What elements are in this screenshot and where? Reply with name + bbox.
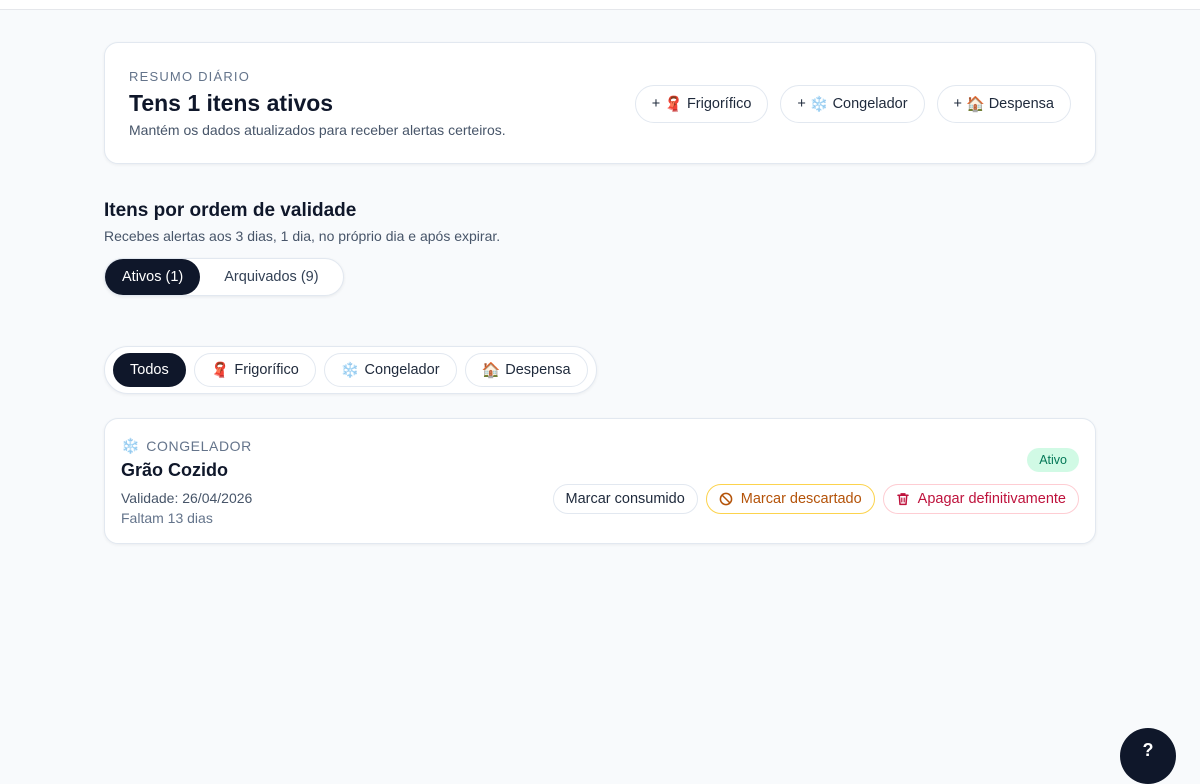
prohibited-icon [719, 492, 733, 506]
mark-consumed-button[interactable]: Marcar consumido [552, 484, 698, 514]
filter-freezer-label: Congelador [364, 362, 440, 378]
mark-discarded-label: Marcar descartado [740, 491, 862, 507]
help-fab-button[interactable]: ? [1120, 728, 1176, 784]
tab-archived-items[interactable]: Arquivados (9) [200, 259, 342, 295]
delete-permanently-label: Apagar definitivamente [917, 491, 1066, 507]
item-category-label: CONGELADOR [146, 438, 252, 454]
help-fab-label: ? [1142, 740, 1154, 760]
house-icon: 🏠 [966, 96, 985, 113]
add-fridge-label: Frigorífico [686, 96, 752, 112]
location-filter-bar: Todos 🧣 Frigorífico ❄️ Congelador 🏠 Desp… [104, 346, 597, 394]
delete-permanently-button[interactable]: Apagar definitivamente [882, 484, 1079, 514]
daily-summary-card: RESUMO DIÁRIO Tens 1 itens ativos Mantém… [104, 42, 1096, 164]
item-category: ❄️ CONGELADOR [121, 437, 1079, 455]
add-pantry-label: Despensa [988, 96, 1054, 112]
filter-pantry[interactable]: 🏠 Despensa [464, 353, 588, 387]
mark-consumed-label: Marcar consumido [565, 491, 685, 507]
summary-eyebrow: RESUMO DIÁRIO [129, 69, 251, 84]
item-name: Grão Cozido [121, 460, 228, 480]
snowflake-icon: ❄️ [340, 362, 360, 379]
tab-active-items[interactable]: Ativos (1) [105, 259, 201, 295]
filter-all[interactable]: Todos [113, 353, 186, 387]
filter-fridge-label: Frigorífico [234, 362, 299, 378]
status-toggle-wrapper: Ativos (1) Arquivados (9) [104, 244, 1096, 296]
add-fridge-button[interactable]: + 🧣 Frigorífico [634, 85, 769, 123]
add-freezer-label: Congelador [832, 96, 908, 112]
plus-icon: + [797, 96, 806, 112]
filter-bar-wrapper: Todos 🧣 Frigorífico ❄️ Congelador 🏠 Desp… [104, 296, 1096, 394]
add-freezer-button[interactable]: + ❄️ Congelador [780, 85, 925, 123]
mark-discarded-button[interactable]: Marcar descartado [705, 484, 875, 514]
summary-subtitle: Mantém os dados atualizados para receber… [129, 122, 506, 138]
section-subtitle: Recebes alertas aos 3 dias, 1 dia, no pr… [104, 228, 501, 244]
status-toggle: Ativos (1) Arquivados (9) [104, 258, 344, 296]
filter-freezer[interactable]: ❄️ Congelador [323, 353, 457, 387]
section-title: Itens por ordem de validade [104, 200, 357, 221]
plus-icon: + [953, 96, 963, 112]
house-icon: 🏠 [481, 362, 501, 379]
snowflake-icon: ❄️ [809, 96, 829, 113]
fridge-icon: 🧣 [664, 96, 683, 113]
fridge-icon: 🧣 [210, 362, 230, 379]
add-buttons: + 🧣 Frigorífico + ❄️ Congelador + 🏠 Desp… [634, 85, 1071, 123]
status-badge: Ativo [1027, 448, 1079, 472]
filter-pantry-label: Despensa [505, 362, 571, 378]
plus-icon: + [651, 96, 661, 112]
trash-icon [896, 493, 909, 506]
snowflake-icon: ❄️ [121, 438, 141, 455]
item-actions: Marcar consumido Marcar descartado Apaga… [552, 484, 1079, 514]
filter-fridge[interactable]: 🧣 Frigorífico [193, 353, 316, 387]
main-container: RESUMO DIÁRIO Tens 1 itens ativos Mantém… [104, 42, 1096, 544]
item-card: ❄️ CONGELADOR Grão Cozido Validade: 26/0… [104, 418, 1096, 544]
top-bar [0, 0, 1200, 10]
filter-all-label: Todos [130, 362, 169, 378]
add-pantry-button[interactable]: + 🏠 Despensa [936, 85, 1071, 123]
